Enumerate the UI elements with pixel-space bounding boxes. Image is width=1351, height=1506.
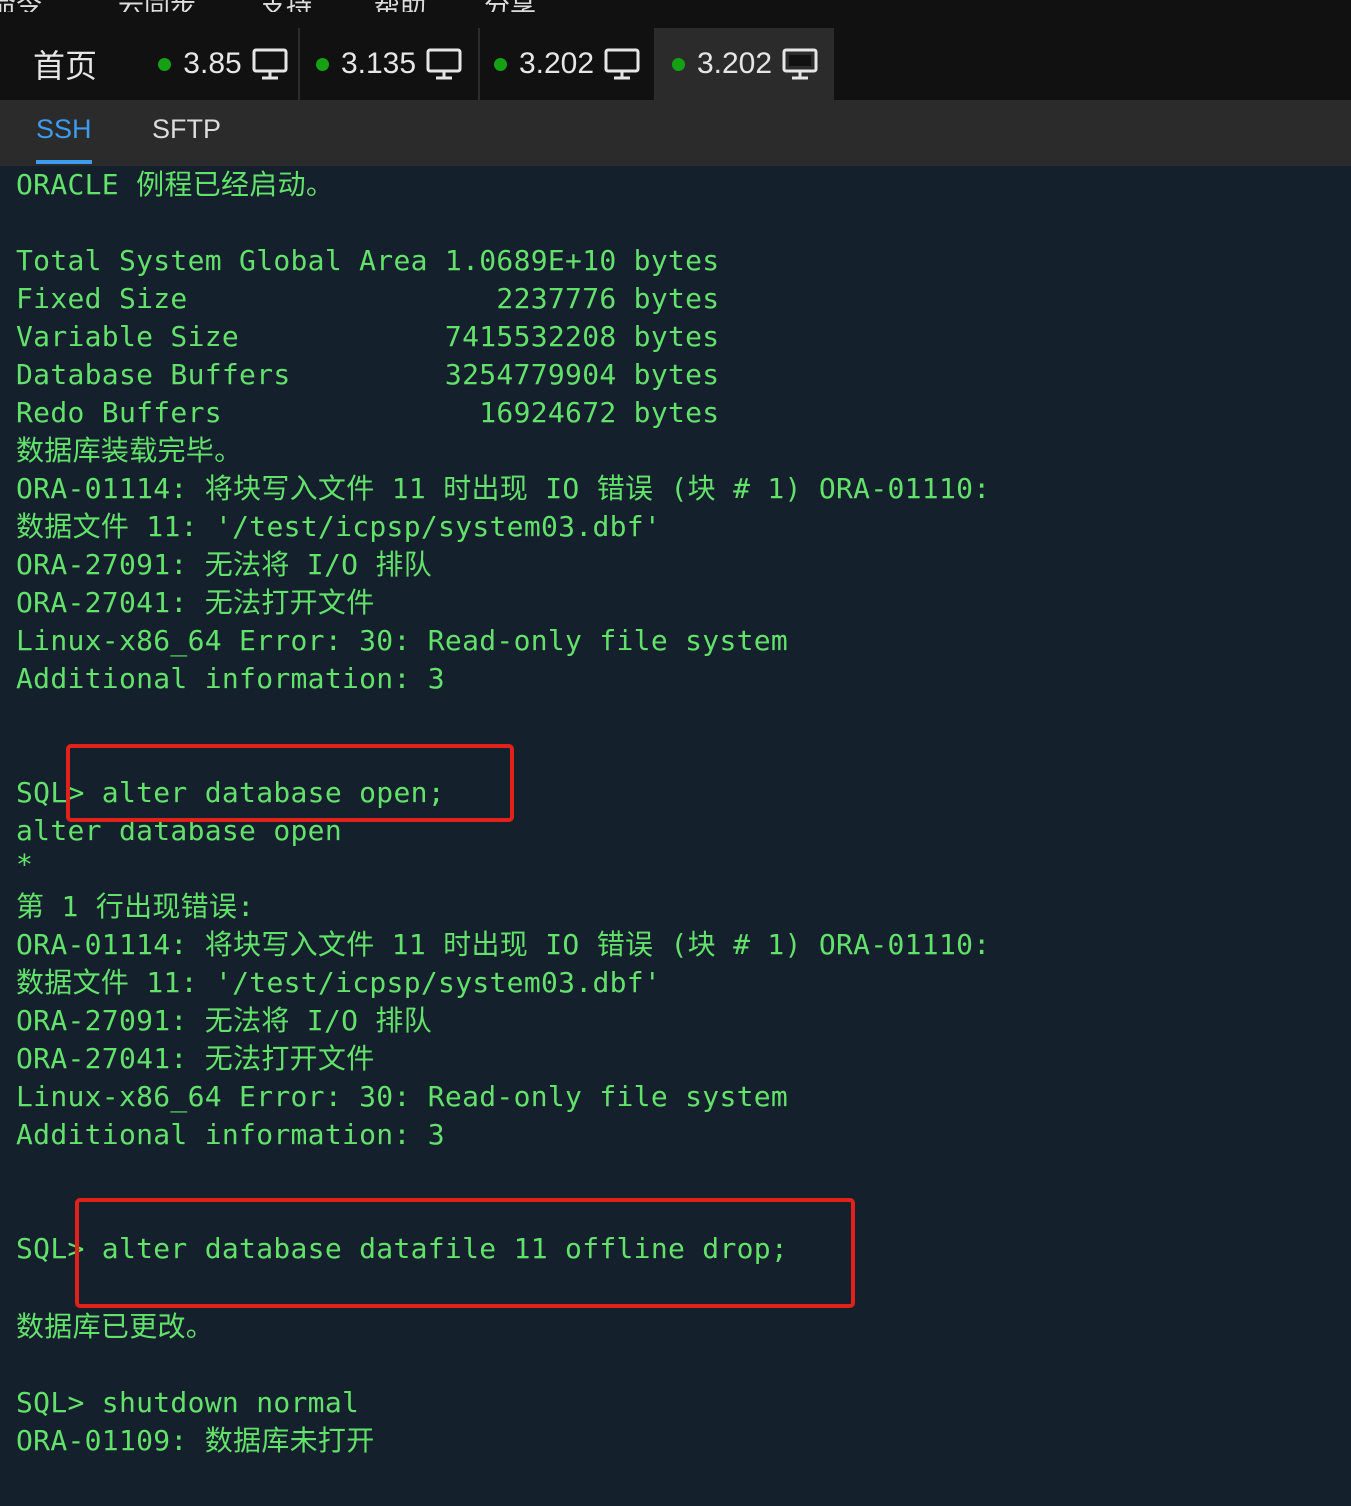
terminal-line: Fixed Size 2237776 bytes xyxy=(16,282,720,315)
tab-home[interactable]: 首页 xyxy=(0,28,130,100)
online-status-icon xyxy=(158,57,172,71)
menu-item-share[interactable]: 分享 xyxy=(484,0,536,12)
terminal-line: 数据文件 11: '/test/icpsp/system03.dbf' xyxy=(16,510,662,543)
tab-host-label: 3.135 xyxy=(340,47,417,80)
tab-host-label: 3.85 xyxy=(183,47,242,80)
menu-item-support[interactable]: 支持 xyxy=(260,0,312,12)
terminal-line: ORA-01114: 将块写入文件 11 时出现 IO 错误 (块 # 1) O… xyxy=(16,928,991,961)
session-tab-bar: 首页 3.85 3.135 3.202 3.202 xyxy=(0,12,1351,100)
active-tab-underline xyxy=(36,160,92,164)
terminal-line: ORA-27091: 无法将 I/O 排队 xyxy=(16,1004,433,1037)
terminal-line: Variable Size 7415532208 bytes xyxy=(16,320,720,353)
terminal-line: Database Buffers 3254779904 bytes xyxy=(16,358,720,391)
tab-host-2[interactable]: 3.135 xyxy=(300,28,480,100)
menu-bar: 命令 云同步 支持 帮助 分享 xyxy=(0,0,1351,12)
terminal-line: ORACLE 例程已经启动。 xyxy=(16,168,335,201)
online-status-icon xyxy=(315,57,329,71)
highlight-box-offline-drop xyxy=(75,1198,855,1308)
tab-host-3[interactable]: 3.202 xyxy=(480,28,656,100)
terminal-line: 第 1 行出现错误: xyxy=(16,890,255,923)
tab-host-label: 3.202 xyxy=(518,47,595,80)
monitor-icon xyxy=(604,48,640,80)
terminal-line: 数据库装载完毕。 xyxy=(16,434,243,467)
tab-ssh-label: SSH xyxy=(36,114,92,144)
tab-host-label: 3.202 xyxy=(696,47,773,80)
terminal-line: 数据库已更改。 xyxy=(16,1310,215,1343)
terminal-line: 数据文件 11: '/test/icpsp/system03.dbf' xyxy=(16,966,662,999)
menu-item-command[interactable]: 命令 xyxy=(0,0,42,12)
terminal-line: Linux-x86_64 Error: 30: Read-only file s… xyxy=(16,1080,789,1113)
tab-host-4-active[interactable]: 3.202 xyxy=(656,28,834,100)
terminal-line: ORA-27041: 无法打开文件 xyxy=(16,586,375,619)
protocol-tab-bar: SSH SFTP xyxy=(0,100,1351,166)
terminal-line: ORA-27091: 无法将 I/O 排队 xyxy=(16,548,433,581)
terminal-line: ORA-01109: 数据库未打开 xyxy=(16,1424,375,1457)
online-status-icon xyxy=(493,57,507,71)
terminal-line: Redo Buffers 16924672 bytes xyxy=(16,396,720,429)
terminal-line: ORA-01114: 将块写入文件 11 时出现 IO 错误 (块 # 1) O… xyxy=(16,472,991,505)
tab-sftp-label: SFTP xyxy=(152,114,222,144)
menu-item-cloud-sync[interactable]: 云同步 xyxy=(118,0,196,12)
terminal-line: Additional information: 3 xyxy=(16,662,445,695)
terminal-line: Linux-x86_64 Error: 30: Read-only file s… xyxy=(16,624,789,657)
terminal-line: Total System Global Area 1.0689E+10 byte… xyxy=(16,244,720,277)
highlight-box-open xyxy=(66,744,514,822)
terminal-line: * xyxy=(16,848,34,881)
terminal-line: SQL> shutdown normal xyxy=(16,1386,360,1419)
online-status-icon xyxy=(671,57,685,71)
tab-host-1[interactable]: 3.85 xyxy=(148,28,300,100)
monitor-icon xyxy=(426,48,462,80)
monitor-icon xyxy=(782,48,818,80)
monitor-icon xyxy=(252,48,288,80)
tab-home-label: 首页 xyxy=(32,48,97,84)
terminal-line: ORA-27041: 无法打开文件 xyxy=(16,1042,375,1075)
terminal-line: Additional information: 3 xyxy=(16,1118,445,1151)
menu-item-help[interactable]: 帮助 xyxy=(374,0,426,12)
tab-ssh[interactable]: SSH xyxy=(36,114,92,164)
tab-sftp[interactable]: SFTP xyxy=(152,114,221,145)
